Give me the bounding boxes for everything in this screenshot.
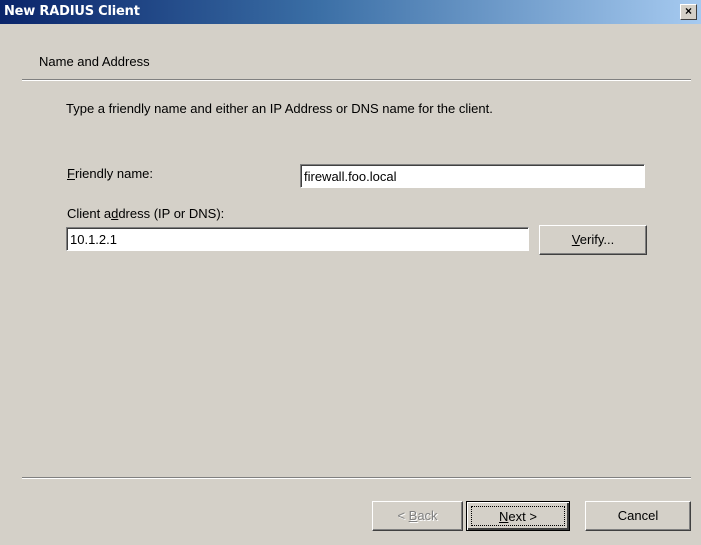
client-address-input[interactable] xyxy=(67,228,528,250)
header-divider xyxy=(22,79,691,81)
friendly-name-field[interactable] xyxy=(300,164,645,188)
back-label: ack xyxy=(417,508,438,523)
instruction-text: Type a friendly name and either an IP Ad… xyxy=(66,101,493,116)
friendly-name-label-text: riendly name: xyxy=(74,166,153,181)
friendly-name-mnemonic: F xyxy=(67,166,75,181)
cancel-button[interactable]: Cancel xyxy=(585,501,691,531)
title-bar[interactable]: New RADIUS Client × xyxy=(0,0,701,24)
next-label: ext > xyxy=(508,509,537,524)
client-address-label: Client address (IP or DNS): xyxy=(67,206,224,221)
close-button[interactable]: × xyxy=(680,4,697,20)
verify-label: erify... xyxy=(579,232,615,247)
footer-divider xyxy=(22,477,691,479)
client-address-label-start: Client a xyxy=(67,206,112,221)
next-focus-rect: Next > xyxy=(471,506,565,526)
window-title: New RADIUS Client xyxy=(4,4,140,19)
friendly-name-label: Friendly name: xyxy=(67,166,153,181)
back-prefix: < xyxy=(397,508,409,523)
next-button[interactable]: Next > xyxy=(466,501,570,531)
next-mnemonic: N xyxy=(499,509,509,524)
page-header-label: Name and Address xyxy=(39,54,150,69)
friendly-name-input[interactable] xyxy=(301,165,644,187)
verify-button[interactable]: Verify... xyxy=(539,225,647,255)
client-address-field[interactable] xyxy=(66,227,529,251)
verify-mnemonic: V xyxy=(571,232,580,247)
close-icon: × xyxy=(684,4,692,18)
back-button[interactable]: < Back xyxy=(372,501,463,531)
new-radius-client-dialog: New RADIUS Client × Name and Address Typ… xyxy=(0,0,701,545)
client-address-label-end: dress (IP or DNS): xyxy=(118,206,225,221)
